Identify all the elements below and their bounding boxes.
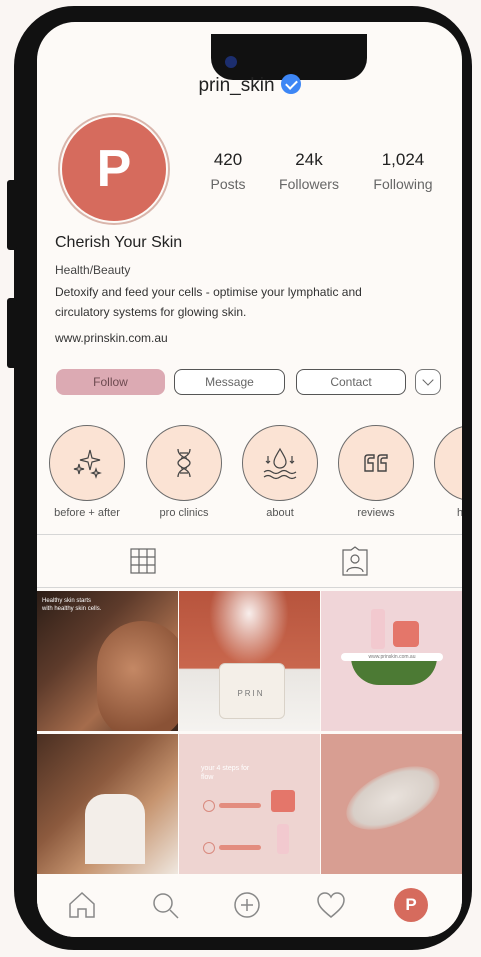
post-thumbnail[interactable] bbox=[37, 734, 178, 874]
volume-down-button bbox=[7, 298, 17, 368]
post-overlay-text: PRIN bbox=[237, 689, 265, 698]
add-post-icon bbox=[234, 892, 260, 918]
quote-icon bbox=[364, 454, 388, 472]
suggested-accounts-chevron-down-icon[interactable] bbox=[415, 369, 441, 395]
profile-tabs bbox=[37, 534, 462, 588]
highlight-label: reviews bbox=[357, 507, 395, 519]
sparkles-icon bbox=[73, 449, 102, 479]
search-icon bbox=[153, 893, 179, 919]
nav-activity[interactable] bbox=[314, 888, 348, 922]
post-thumbnail[interactable] bbox=[321, 734, 462, 874]
posts-label: Posts bbox=[210, 176, 246, 192]
post-jar-image bbox=[393, 621, 419, 647]
post-scrub-swatch-image bbox=[336, 753, 450, 843]
post-person-image bbox=[85, 794, 145, 864]
posts-count: 420 bbox=[213, 150, 243, 169]
post-powder-image bbox=[209, 591, 289, 666]
tagged-person-icon bbox=[342, 546, 368, 576]
tab-tagged[interactable] bbox=[249, 535, 461, 587]
highlight-circle bbox=[49, 425, 125, 501]
following-count: 1,024 bbox=[381, 150, 425, 169]
highlight-circle bbox=[338, 425, 414, 501]
follow-button[interactable]: Follow bbox=[56, 369, 165, 395]
highlight-partial[interactable]: h bbox=[433, 425, 462, 519]
followers-label: Followers bbox=[279, 176, 339, 192]
profile-name: Cherish Your Skin bbox=[55, 234, 183, 251]
step-bar bbox=[219, 803, 261, 808]
stat-following[interactable]: 1,024 Following bbox=[358, 150, 448, 192]
post-bottle-image bbox=[277, 824, 289, 854]
post-thumbnail[interactable]: Healthy skin starts with healthy skin ce… bbox=[37, 591, 178, 731]
home-icon bbox=[69, 891, 95, 918]
tab-grid[interactable] bbox=[37, 535, 249, 587]
highlight-reviews[interactable]: reviews bbox=[337, 425, 415, 519]
profile-website-link[interactable]: www.prinskin.com.au bbox=[55, 331, 168, 345]
post-watermelon-image bbox=[351, 657, 437, 685]
profile-category: Health/Beauty bbox=[55, 263, 131, 277]
post-jar-image bbox=[271, 790, 295, 812]
highlight-label: h bbox=[457, 507, 462, 519]
nav-search[interactable] bbox=[148, 888, 182, 922]
stat-followers[interactable]: 24k Followers bbox=[264, 150, 354, 192]
highlight-circle bbox=[242, 425, 318, 501]
avatar-letter: P bbox=[96, 140, 132, 198]
profile-header: prin_skin bbox=[37, 74, 462, 97]
following-label: Following bbox=[373, 176, 433, 192]
highlight-circle bbox=[434, 425, 462, 501]
contact-button[interactable]: Contact bbox=[296, 369, 406, 395]
message-button[interactable]: Message bbox=[174, 369, 285, 395]
post-thumbnail[interactable]: PRIN bbox=[179, 591, 320, 731]
bottom-navigation: P bbox=[37, 874, 462, 937]
post-overlay-text: www.prinskin.com.au bbox=[341, 653, 443, 661]
activity-heart-icon bbox=[317, 892, 345, 918]
step-marker bbox=[203, 842, 215, 854]
highlight-pro-clinics[interactable]: pro clinics bbox=[145, 425, 223, 519]
grid-icon bbox=[130, 548, 156, 574]
posts-grid: Healthy skin starts with healthy skin ce… bbox=[37, 591, 462, 874]
highlight-circle bbox=[146, 425, 222, 501]
front-camera bbox=[225, 56, 237, 68]
post-thumbnail[interactable]: www.prinskin.com.au bbox=[321, 591, 462, 731]
water-drop-icon bbox=[263, 447, 297, 480]
highlight-about[interactable]: about bbox=[241, 425, 319, 519]
dna-icon bbox=[177, 448, 191, 478]
post-thumbnail[interactable]: your 4 steps for flow bbox=[179, 734, 320, 874]
nav-home[interactable] bbox=[65, 888, 99, 922]
stat-posts[interactable]: 420 Posts bbox=[183, 150, 273, 192]
nav-profile[interactable]: P bbox=[394, 888, 428, 922]
followers-count: 24k bbox=[295, 150, 323, 169]
highlight-label: pro clinics bbox=[159, 507, 209, 519]
profile-bio: Detoxify and feed your cells - optimise … bbox=[55, 285, 362, 319]
highlight-label: about bbox=[266, 507, 294, 519]
nav-add-post[interactable] bbox=[230, 888, 264, 922]
post-bottle-image bbox=[371, 609, 385, 649]
highlight-label: before + after bbox=[54, 507, 120, 519]
post-overlay-text: your 4 steps for flow bbox=[201, 765, 250, 781]
profile-avatar-icon: P bbox=[394, 888, 428, 922]
volume-up-button bbox=[7, 180, 17, 250]
profile-avatar[interactable]: P bbox=[60, 115, 168, 223]
step-marker bbox=[203, 800, 215, 812]
profile-handle: prin_skin bbox=[198, 75, 275, 96]
verified-badge-icon bbox=[280, 74, 301, 94]
post-face-image bbox=[97, 621, 178, 731]
app-screen: prin_skin P 420 Posts 24k Followers 1,02… bbox=[37, 22, 462, 937]
step-bar bbox=[219, 845, 261, 850]
post-overlay-text: Healthy skin starts with healthy skin ce… bbox=[42, 598, 102, 612]
highlight-before-after[interactable]: before + after bbox=[48, 425, 126, 519]
